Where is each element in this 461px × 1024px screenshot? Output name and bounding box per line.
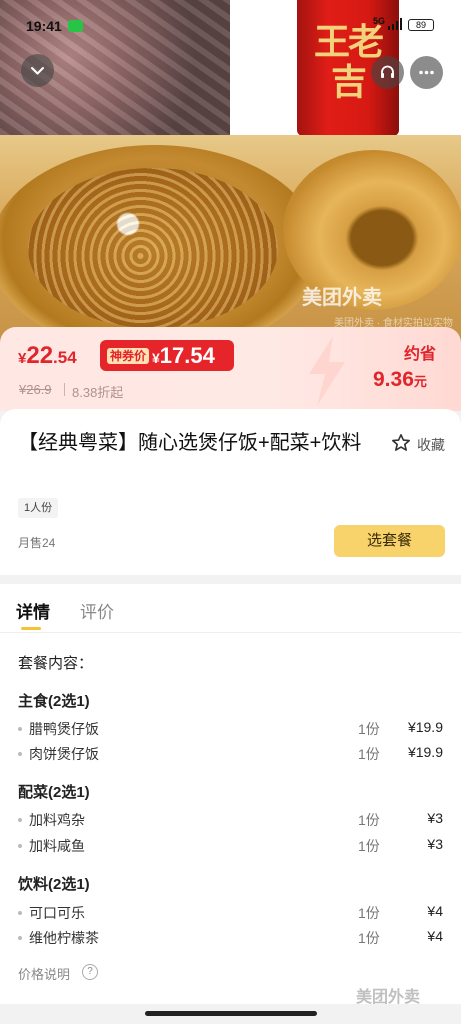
item-name: 加料咸鱼 [29, 838, 85, 854]
discount-rate: 8.38折起 [72, 385, 124, 400]
list-item: 加料咸鱼 1份 ¥3 [18, 836, 445, 856]
list-item: 可口可乐 1份 ¥4 [18, 903, 445, 923]
coupon-price: ¥17.54 [152, 343, 215, 368]
status-bar: 19:41 5G 89 [0, 14, 461, 36]
item-qty: 1份 [358, 812, 380, 828]
claypot-rice [28, 168, 278, 328]
collapse-button[interactable] [21, 54, 54, 87]
network-label: 5G [373, 16, 386, 26]
item-name: 腊鸭煲仔饭 [29, 721, 99, 737]
more-button[interactable] [410, 56, 443, 89]
item-price: ¥19.9 [407, 744, 443, 760]
group-title-staple: 主食(2选1) [18, 693, 90, 710]
question-icon[interactable]: ? [82, 964, 98, 980]
original-price: ¥26.9 [19, 382, 52, 397]
price-divider [64, 383, 65, 396]
bullet [18, 936, 22, 940]
headset-icon [381, 65, 394, 78]
item-qty: 1份 [358, 838, 380, 854]
bullet [18, 911, 22, 915]
favorite-button[interactable]: 收藏 [391, 433, 451, 453]
more-dots-icon [419, 70, 434, 75]
bullet [18, 844, 22, 848]
save-amount: 9.36元 [373, 368, 427, 391]
item-price: ¥19.9 [407, 719, 443, 735]
item-qty: 1份 [358, 905, 380, 921]
list-item: 腊鸭煲仔饭 1份 ¥19.9 [18, 719, 445, 739]
group-title-drink: 饮料(2选1) [18, 876, 90, 893]
home-indicator[interactable] [145, 1011, 317, 1016]
item-price: ¥4 [427, 928, 443, 944]
footer-watermark: 美团外卖 [356, 989, 421, 1006]
image-watermark: 美团外卖 [302, 287, 382, 309]
list-item: 维他柠檬茶 1份 ¥4 [18, 928, 445, 948]
monthly-sales: 月售24 [18, 536, 56, 550]
coupon-price-badge: 神券价 ¥17.54 [100, 340, 234, 371]
bullet [18, 727, 22, 731]
tab-details[interactable]: 详情 [16, 598, 50, 623]
item-price: ¥3 [427, 836, 443, 852]
item-qty: 1份 [358, 721, 380, 737]
price-explanation-link[interactable]: 价格说明 [18, 964, 70, 983]
coupon-label: 神券价 [107, 348, 150, 364]
item-name: 肉饼煲仔饭 [29, 746, 99, 762]
bullet [18, 752, 22, 756]
product-title: 【经典粤菜】随心选煲仔饭+配菜+饮料 [18, 432, 362, 454]
current-price: ¥22.54 [18, 342, 77, 369]
item-name: 加料鸡杂 [29, 812, 85, 828]
chevron-down-icon [31, 67, 44, 75]
portion-tag: 1人份 [18, 498, 59, 518]
star-icon [392, 434, 410, 451]
favorite-label: 收藏 [417, 437, 445, 453]
list-item: 肉饼煲仔饭 1份 ¥19.9 [18, 744, 445, 764]
tab-reviews[interactable]: 评价 [80, 598, 114, 623]
tab-divider [0, 632, 461, 633]
group-title-side: 配菜(2选1) [18, 784, 90, 801]
package-title: 套餐内容： [18, 655, 94, 672]
bullet [18, 818, 22, 822]
product-hero-image[interactable]: 王老吉 美团外卖 美团外卖 · 食材实拍以实物为准 [0, 0, 461, 345]
customer-service-button[interactable] [371, 56, 404, 89]
lightning-decoration-icon [309, 336, 345, 406]
item-price: ¥4 [427, 903, 443, 919]
active-tab-indicator [21, 627, 41, 630]
item-name: 可口可乐 [29, 905, 85, 921]
battery-icon: 89 [408, 19, 434, 31]
item-qty: 1份 [358, 746, 380, 762]
item-price: ¥3 [427, 810, 443, 826]
wechat-icon [68, 20, 83, 32]
select-package-button[interactable]: 选套餐 [334, 525, 445, 557]
status-time: 19:41 [26, 18, 62, 34]
signal-icon [388, 18, 402, 30]
item-name: 维他柠檬茶 [29, 930, 99, 946]
list-item: 加料鸡杂 1份 ¥3 [18, 810, 445, 830]
save-label: 约省 [404, 346, 437, 363]
item-qty: 1份 [358, 930, 380, 946]
